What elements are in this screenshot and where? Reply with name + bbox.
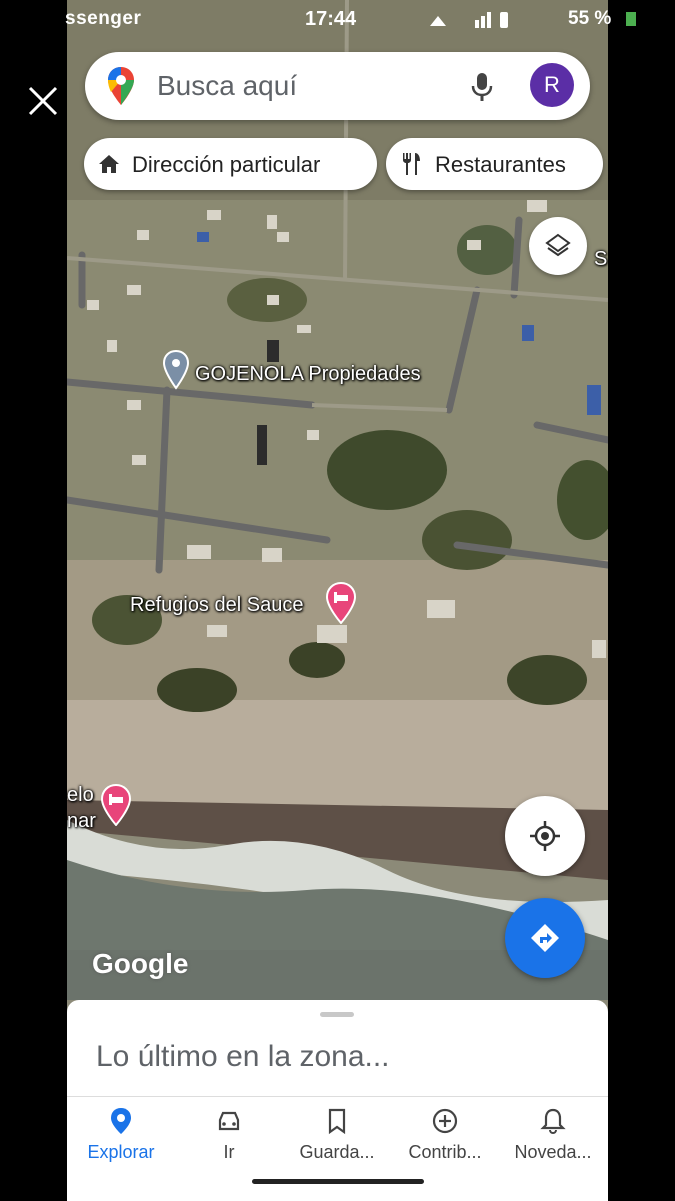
chip-restaurants-label: Restaurantes [435,152,566,177]
car-icon [218,1111,240,1131]
nav-explore[interactable]: Explorar [67,1097,175,1201]
nav-updates-label: Noveda... [514,1142,592,1162]
bookmark-icon [328,1108,346,1135]
status-app-label: ssenger [65,8,142,29]
place-pin-icon[interactable] [163,350,189,390]
nav-updates[interactable]: Noveda... [499,1097,607,1201]
fork-knife-icon [403,153,420,175]
status-bar: ssenger 17:44 55 % [0,0,675,38]
nav-saved[interactable]: Guarda... [283,1097,391,1201]
maps-logo-icon [108,67,134,105]
hotel-pin-icon[interactable] [326,582,356,624]
explore-pin-icon [111,1108,131,1134]
signal-wifi-icon [430,12,508,28]
battery-charging-icon [626,12,636,26]
avatar[interactable]: R [530,63,574,107]
layers-icon [545,233,571,257]
nav-explore-label: Explorar [87,1142,155,1162]
plus-circle-icon [432,1108,458,1134]
nav-contribute[interactable]: Contrib... [391,1097,499,1201]
home-icon [99,155,119,173]
status-time: 17:44 [305,8,357,30]
home-indicator[interactable] [252,1179,424,1184]
bottom-navigation: Explorar Ir Guarda... Contrib... Noveda.… [67,1096,608,1201]
sheet-drag-handle[interactable] [320,1012,354,1017]
avatar-letter: R [544,72,560,97]
bell-icon [540,1108,566,1135]
chip-home[interactable]: Dirección particular [84,138,377,190]
crosshair-icon [530,821,560,851]
layers-button[interactable] [529,217,587,275]
google-attribution: Google [92,948,189,979]
directions-button[interactable] [505,898,585,978]
nav-saved-label: Guarda... [299,1142,375,1162]
my-location-button[interactable] [505,796,585,876]
search-bar[interactable]: Busca aquí R [85,52,590,120]
sheet-title[interactable]: Lo último en la zona... [96,1040,390,1074]
chip-home-label: Dirección particular [132,152,321,177]
nav-go[interactable]: Ir [175,1097,283,1201]
search-input[interactable]: Busca aquí [157,70,297,102]
close-icon[interactable] [22,80,64,122]
directions-icon [531,924,559,952]
map-label-gojenola[interactable]: GOJENOLA Propiedades [195,363,421,386]
map-label-partial-2[interactable]: nar [67,810,96,833]
nav-go-label: Ir [223,1142,235,1162]
microphone-icon[interactable] [470,72,494,102]
hotel-pin-icon[interactable] [101,784,131,826]
map-label-partial[interactable]: elo [67,784,94,807]
nav-contribute-label: Contrib... [408,1142,482,1162]
map-label-edge: S [594,248,608,270]
chip-restaurants[interactable]: Restaurantes [386,138,603,190]
battery-percent: 55 % [568,8,612,29]
map-label-refugios[interactable]: Refugios del Sauce [130,594,303,617]
